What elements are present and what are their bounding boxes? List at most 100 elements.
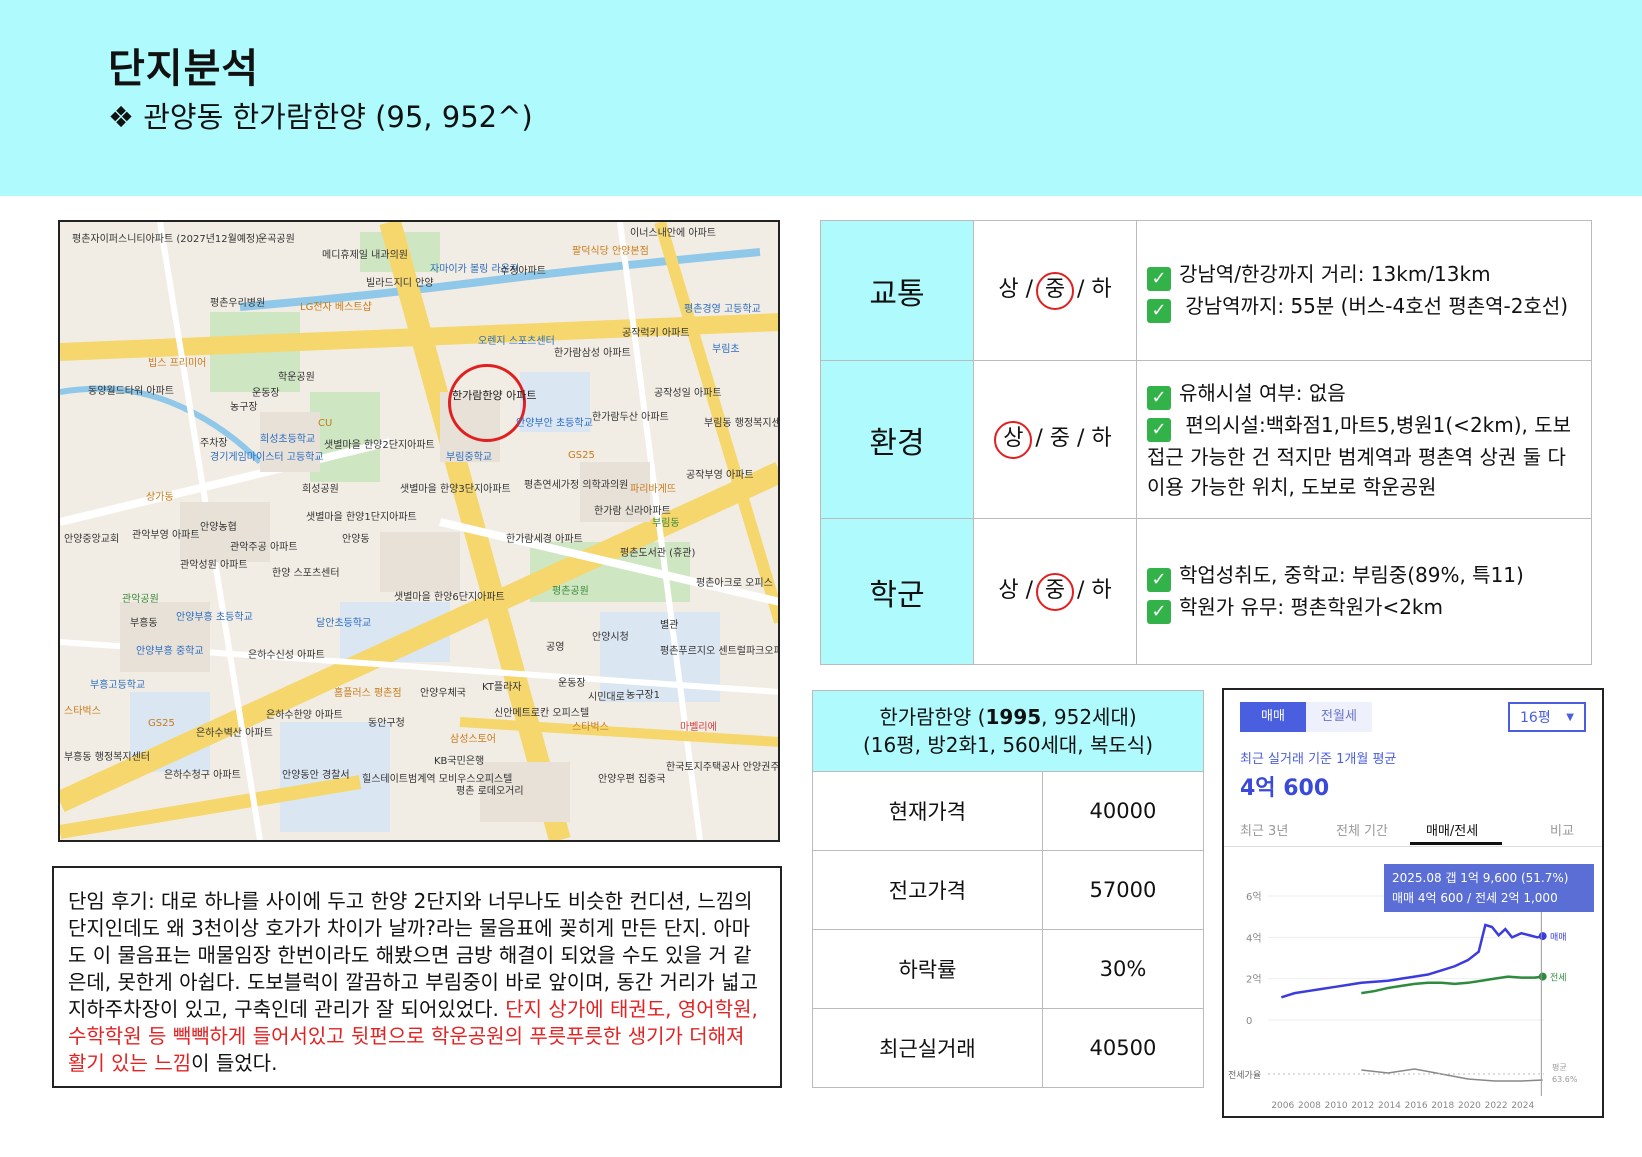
check-icon: ✓ <box>1147 599 1171 624</box>
map-label: 부림동 행정복지센터 <box>704 418 780 429</box>
active-tab-underline <box>1410 842 1502 845</box>
analysis-row: 환경 상 / 중 / 하 ✓ 유해시설 여부: 없음 ✓ 편의시설:백화점1,마트5,병… <box>820 360 1592 519</box>
map-label: 부흥고등학교 <box>90 680 146 691</box>
map-label: LG전자 베스트샵 <box>300 302 372 313</box>
price-label: 하락률 <box>812 929 1043 1009</box>
map-label: 빌라드지디 안양 <box>366 278 434 289</box>
analysis-row: 학군 상 / 중 / 하 ✓ 학업성취도, 중학교: 부림중(89%, 특11) ✓ 학원… <box>820 518 1592 665</box>
map-label: 파리바게뜨 <box>630 484 676 495</box>
map-label: 스타벅스 <box>64 706 101 717</box>
period-tab[interactable]: 최근 3년 <box>1240 820 1288 839</box>
map-label: 마벨리에 <box>680 722 717 733</box>
x-tick-label: 2014 <box>1378 1101 1401 1111</box>
period-tab[interactable]: 전체 기간 <box>1336 820 1388 839</box>
tab-rent[interactable]: 전월세 <box>1306 702 1372 732</box>
map-label: 안양농협 <box>200 522 237 533</box>
review-tail: 이 들었다. <box>191 1051 278 1075</box>
map-label: 달안초등학교 <box>316 618 372 629</box>
map-label: CU <box>318 418 333 429</box>
x-tick-label: 2016 <box>1405 1101 1428 1111</box>
map-label: 관악공원 <box>122 594 159 605</box>
map-label: 평촌공원 <box>552 586 589 597</box>
map-label: 은하수신성 아파트 <box>248 650 325 661</box>
ratio-avg-value: 63.6% <box>1552 1075 1578 1084</box>
map-label: 농구장 <box>230 402 258 413</box>
map-label: 상가동 <box>146 492 174 503</box>
map-label: 신안메트로칸 오피스텔 <box>494 708 590 719</box>
map-label: 관악성원 아파트 <box>180 560 248 571</box>
map-label: 샛별마을 한양6단지아파트 <box>394 592 505 603</box>
map-label: 한국토지주택공사 안양권주거복지지사 <box>666 762 780 773</box>
detail-item: ✓ 강남역/한강까지 거리: 13km/13km <box>1147 259 1581 291</box>
price-value: 40000 <box>1041 771 1205 851</box>
map-label: 평촌도서관 (휴관) <box>620 548 696 559</box>
detail-item: ✓ 편의시설:백화점1,마트5,병원1(<2km), 도보 접근 가능한 건 적… <box>1147 412 1572 499</box>
page-title: 단지분석 <box>108 46 260 92</box>
location-map[interactable]: 평촌자이퍼스니티아파트 (2027년12월예정) 운곡공원 메디휴제일 내과의원… <box>58 220 780 842</box>
map-label: 평촌연세가정 의학과의원 <box>524 480 629 491</box>
y-tick-label: 4억 <box>1246 932 1262 944</box>
review-box: 단임 후기: 대로 하나를 사이에 두고 한양 2단지와 너무나도 비슷한 컨디… <box>52 866 782 1088</box>
map-label: 샛별마을 한양1단지아파트 <box>306 512 417 523</box>
tab-sale[interactable]: 매매 <box>1240 702 1306 732</box>
map-label: KT플라자 <box>482 682 522 693</box>
grade-circle-mark: 중 <box>1036 573 1074 611</box>
category-cell: 교통 <box>820 220 974 361</box>
size-select[interactable]: 16평 ▼ <box>1508 702 1586 732</box>
map-label: 안양부흥 중학교 <box>136 646 204 657</box>
period-tabs: 최근 3년 전체 기간 매매/전세 비교 <box>1224 816 1602 847</box>
map-label: 관악주공 아파트 <box>230 542 298 553</box>
map-label: 오렌지 스포츠센터 <box>478 336 555 347</box>
map-label: 공작부영 아파트 <box>686 470 754 481</box>
map-label: 안양동안 경찰서 <box>282 770 350 781</box>
detail-cell: ✓ 학업성취도, 중학교: 부림중(89%, 특11) ✓ 학원가 유무: 평촌학원가… <box>1136 518 1592 665</box>
period-tab-active[interactable]: 매매/전세 <box>1426 820 1478 839</box>
caret-down-icon: ▼ <box>1566 712 1574 723</box>
map-label: 안양우체국 <box>420 688 466 699</box>
analysis-row: 교통 상 / 중 / 하 ✓ 강남역/한강까지 거리: 13km/13km ✓ 강남역까… <box>820 220 1592 361</box>
map-label: 은하수벽산 아파트 <box>196 728 273 739</box>
series-endpoint <box>1538 972 1547 981</box>
price-label: 현재가격 <box>812 771 1043 851</box>
grade-cell: 상 / 중 / 하 <box>973 220 1137 361</box>
chart-note: 최근 실거래 기준 1개월 평균 <box>1240 752 1397 767</box>
map-label: 안양부안 초등학교 <box>516 418 593 429</box>
category-cell: 환경 <box>820 360 974 519</box>
analysis-table: 교통 상 / 중 / 하 ✓ 강남역/한강까지 거리: 13km/13km ✓ 강남역까… <box>820 220 1592 665</box>
map-label: 공작럭키 아파트 <box>622 328 690 339</box>
map-label: 평촌경영 고등학교 <box>684 304 761 315</box>
detail-cell: ✓ 유해시설 여부: 없음 ✓ 편의시설:백화점1,마트5,병원1(<2km), 도… <box>1136 360 1592 519</box>
map-label: KB국민은행 <box>434 756 485 767</box>
map-label: 샛별마을 한양2단지아파트 <box>324 440 435 451</box>
map-label: 부림중학교 <box>446 452 492 463</box>
detail-cell: ✓ 강남역/한강까지 거리: 13km/13km ✓ 강남역까지: 55분 (버스-… <box>1136 220 1592 361</box>
map-label: 한가람삼성 아파트 <box>554 348 631 359</box>
map-label: 평촌우리병원 <box>210 298 266 309</box>
map-label: 관악부영 아파트 <box>132 530 200 541</box>
series-end-label: 매매 <box>1550 932 1567 943</box>
category-cell: 학군 <box>820 518 974 665</box>
map-label: 주차장 <box>200 438 228 449</box>
map-label: 안양시청 <box>592 632 629 643</box>
map-label: 빕스 프리미어 <box>148 358 207 369</box>
map-label-target: 한가람한양 아파트 <box>452 389 537 402</box>
ratio-avg-label: 평균 <box>1552 1062 1567 1072</box>
ratio-label: 전세가율 <box>1228 1070 1261 1081</box>
page-subtitle: ❖ 관양동 한가람한양 (95, 952^) <box>108 100 533 134</box>
check-icon: ✓ <box>1147 298 1171 323</box>
map-label: 부흥동 <box>130 618 158 629</box>
chart-price: 4억 600 <box>1240 776 1330 801</box>
y-tick-label: 2억 <box>1246 974 1262 986</box>
x-tick-label: 2012 <box>1351 1101 1374 1111</box>
map-label: 동양월드타워 아파트 <box>88 386 174 397</box>
price-value: 57000 <box>1041 850 1205 930</box>
detail-item: ✓ 학업성취도, 중학교: 부림중(89%, 특11) <box>1147 560 1581 592</box>
map-label: 수정아파트 <box>500 266 546 277</box>
price-label: 최근실거래 <box>812 1008 1043 1088</box>
map-label: 안양우편 집중국 <box>598 774 666 785</box>
map-label: 안양중앙교회 <box>64 534 120 545</box>
period-tab[interactable]: 비교 <box>1550 820 1574 839</box>
map-label: 홈플러스 평촌점 <box>334 688 402 699</box>
y-tick-label: 6억 <box>1246 891 1262 903</box>
map-label: 동안구청 <box>368 718 405 729</box>
